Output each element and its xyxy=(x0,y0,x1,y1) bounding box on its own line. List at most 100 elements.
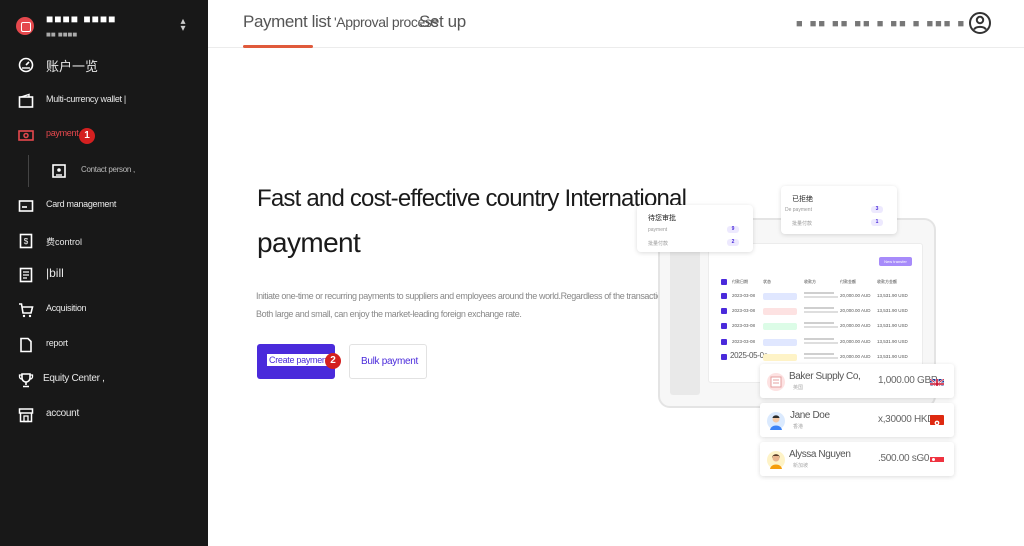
hero-title-line-2: payment xyxy=(257,227,361,258)
illustration-pending-card: 待您审批 payment 9 批量付款 2 xyxy=(637,205,753,252)
rejected-card-row-label: 批量付款 xyxy=(792,221,813,227)
pending-card-row-label: payment xyxy=(648,227,668,233)
sidebar-item-equity-center[interactable]: Equity Center , xyxy=(0,365,208,395)
wallet-icon xyxy=(18,93,34,109)
building-avatar-icon xyxy=(767,373,785,391)
checkbox-icon xyxy=(721,323,727,329)
active-tab-indicator xyxy=(243,45,313,48)
bulk-payment-button[interactable]: Bulk payment xyxy=(349,344,427,379)
payee-amount: 1,000.00 GBP xyxy=(878,375,938,386)
sidebar-item-label: Multi-currency wallet | xyxy=(46,94,126,104)
illustration-row-amount: 20,000.00 AUD xyxy=(840,308,871,313)
dashboard-gauge-icon xyxy=(18,57,34,73)
create-payment-button[interactable]: Create payment xyxy=(257,344,335,379)
create-payment-label: Create payment xyxy=(267,354,331,366)
illustration-row-amount: 20,000.00 AUD xyxy=(840,293,871,298)
hero-description-line-2: Both large and small, can enjoy the mark… xyxy=(256,309,522,319)
illustration-row-date: 2023-03-08 xyxy=(732,339,756,344)
sidebar-item-label: Equity Center , xyxy=(43,373,105,384)
sidebar-item-label: payment xyxy=(46,128,79,138)
illustration-placeholder-bar xyxy=(804,296,838,298)
illustration-row-date: 2023-03-08 xyxy=(732,293,756,298)
illustration-header-cell: 付款金额 xyxy=(840,279,856,284)
illustration-row-date: 2023-03-08 xyxy=(732,308,756,313)
payment-cash-icon xyxy=(18,127,34,143)
sidebar-item-label: |bill xyxy=(46,266,64,280)
sidebar-item-payment[interactable]: payment xyxy=(0,120,208,150)
report-file-icon xyxy=(18,337,34,353)
illustration-status-chip xyxy=(763,323,797,330)
illustration-row-amount: 20,000.00 AUD xyxy=(840,354,871,359)
sidebar-item-label: Acquisition xyxy=(46,303,87,313)
illustration-status-chip xyxy=(763,308,797,315)
trophy-icon xyxy=(18,372,34,388)
sidebar-item-overview[interactable]: 账户一览 xyxy=(0,50,208,80)
shopping-cart-icon xyxy=(18,302,34,318)
illustration-rejected-card: 已拒绝 De payment 3 批量付款 1 xyxy=(781,186,897,234)
user-name: ■ ■■ ■■ ■■ ■ ■■ ■ ■■■ ■ xyxy=(796,18,967,30)
sidebar-subitem-contact-person[interactable]: Contact person , xyxy=(28,155,208,187)
uk-flag-icon xyxy=(930,376,944,386)
payee-region: 新加坡 xyxy=(793,463,809,469)
checkbox-icon xyxy=(721,339,727,345)
illustration-table-row: 2025-05-0a 20,000.00 AUD 13,531.90 USD xyxy=(720,351,915,363)
checkbox-icon xyxy=(721,279,727,285)
payee-name: Jane Doe xyxy=(790,410,830,421)
user-profile-icon[interactable] xyxy=(968,11,992,35)
payee-amount: .500.00 sG0 xyxy=(878,453,930,464)
step-badge-2: 2 xyxy=(325,353,341,369)
illustration-payee-card: Jane Doe 香港 x,30000 HKD xyxy=(760,403,954,437)
tab-payment-list[interactable]: Payment list xyxy=(243,12,331,32)
illustration-placeholder-bar xyxy=(804,322,834,324)
illustration-table-row: 2023-03-08 20,000.00 AUD 13,531.90 USD xyxy=(720,336,915,348)
rejected-card-row-label: De payment xyxy=(785,207,812,213)
illustration-table-row: 2023-03-08 20,000.00 AUD 13,531.90 USD xyxy=(720,320,915,332)
rejected-card-row-count: 1 xyxy=(871,219,883,226)
illustration-placeholder-bar xyxy=(804,338,834,340)
sidebar-item-bill[interactable]: |bill xyxy=(0,260,208,290)
illustration-new-transfer-button: New transfer xyxy=(879,257,912,266)
sidebar-item-label: account xyxy=(46,408,79,419)
sidebar-item-acquisition[interactable]: Acquisition xyxy=(0,295,208,325)
illustration-status-chip xyxy=(763,293,797,300)
payee-name: Baker Supply Co, xyxy=(789,371,861,382)
illustration-status-chip xyxy=(763,339,797,346)
svg-text:$: $ xyxy=(24,237,29,246)
illustration-header-cell: 收款方 xyxy=(804,279,816,284)
illustration-row-amount-2: 13,531.90 USD xyxy=(877,323,908,328)
checkbox-icon xyxy=(721,308,727,314)
sidebar-item-wallet[interactable]: Multi-currency wallet | xyxy=(0,86,208,116)
hero-title-line-1: Fast and cost-effective country Internat… xyxy=(257,185,687,212)
org-switcher[interactable]: ■■■■ ■■■■ ■■ ■■■■ ▴ ▾ xyxy=(0,0,208,52)
sidebar-item-expense-control[interactable]: $ 费control xyxy=(0,226,208,256)
payee-amount: x,30000 HKD xyxy=(878,414,935,425)
org-name: ■■■■ ■■■■ xyxy=(46,12,117,26)
sidebar-item-card-management[interactable]: Card management xyxy=(0,191,208,221)
illustration-placeholder-bar xyxy=(804,292,834,294)
pending-card-title: 待您审批 xyxy=(648,215,676,222)
contact-card-icon xyxy=(51,163,67,179)
sidebar-item-label: 账户一览 xyxy=(46,59,99,74)
tab-setup[interactable]: Set up xyxy=(419,12,466,32)
illustration-placeholder-bar xyxy=(804,357,838,359)
pending-card-row-count: 2 xyxy=(727,239,739,246)
pending-card-row-count: 9 xyxy=(727,226,739,233)
step-badge-1: 1 xyxy=(79,128,95,144)
illustration-header-cell: 收款方金额 xyxy=(877,279,897,284)
illustration-status-chip xyxy=(763,354,797,361)
storefront-icon xyxy=(18,407,34,423)
illustration-header-cell: 付款日期 xyxy=(732,279,748,284)
sidebar-item-label: report xyxy=(46,338,68,348)
illustration-payee-card: Baker Supply Co, 英国 1,000.00 GBP xyxy=(760,364,954,398)
bill-document-icon xyxy=(18,267,34,283)
top-bar: Payment list 'Approval process Set up ■ … xyxy=(208,0,1024,48)
illustration-placeholder-bar xyxy=(804,326,838,328)
illustration-row-amount-2: 13,531.90 USD xyxy=(877,339,908,344)
chevron-up-down-icon[interactable]: ▴ ▾ xyxy=(177,17,189,34)
org-subtitle: ■■ ■■■■ xyxy=(46,30,78,39)
payee-region: 香港 xyxy=(793,424,804,430)
payee-region: 英国 xyxy=(793,385,804,391)
sidebar-item-account[interactable]: account xyxy=(0,400,208,430)
illustration-table-row: 2023-03-08 20,000.00 AUD 13,531.90 USD xyxy=(720,305,915,317)
sidebar-item-report[interactable]: report xyxy=(0,330,208,360)
